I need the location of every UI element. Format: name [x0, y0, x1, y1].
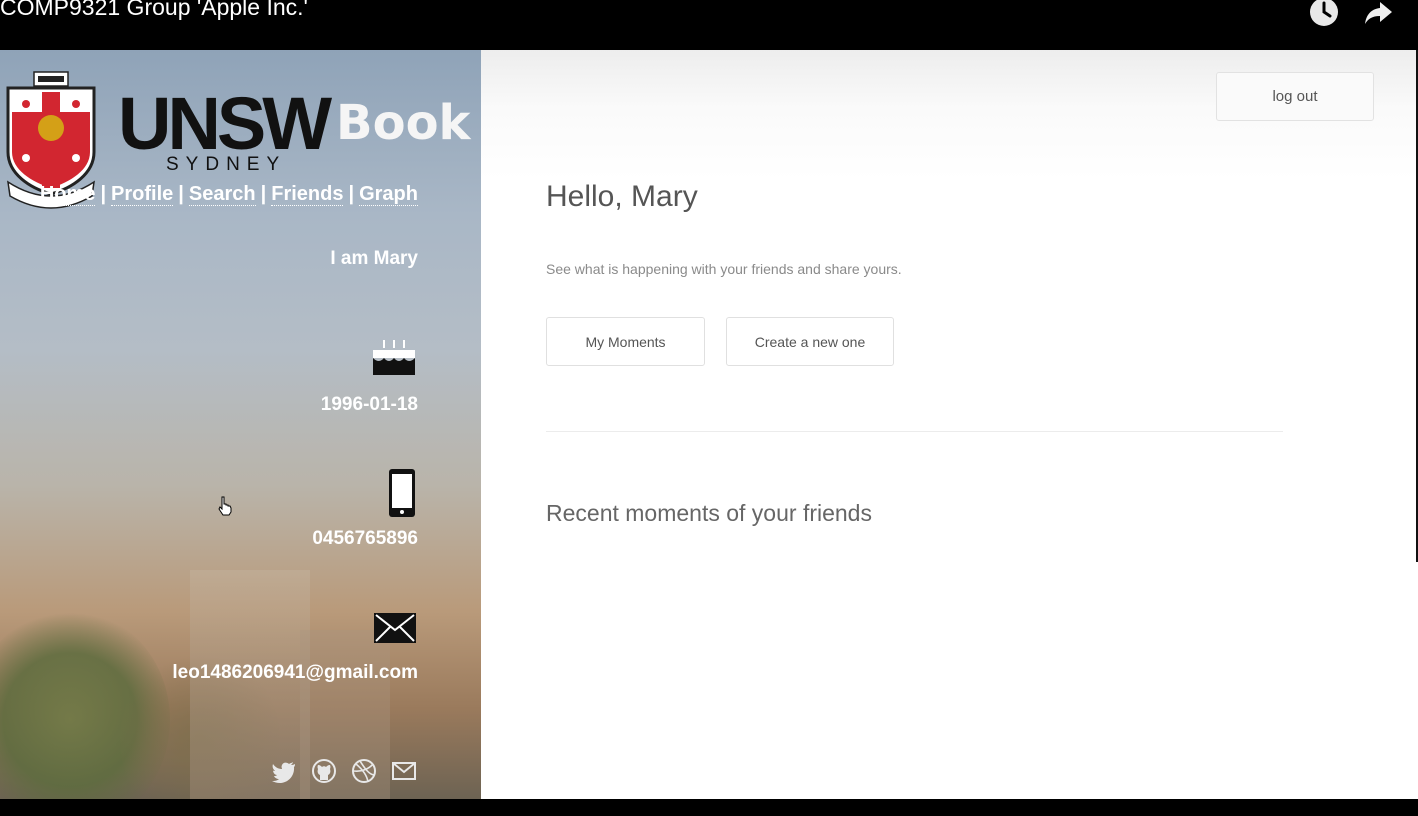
phone-icon: [389, 469, 415, 517]
logout-button[interactable]: log out: [1216, 72, 1374, 121]
page-subtitle: See what is happening with your friends …: [546, 261, 902, 277]
profile-greeting: I am Mary: [330, 248, 418, 269]
nav-profile-link[interactable]: Profile: [111, 183, 174, 206]
github-icon[interactable]: [311, 758, 337, 784]
my-moments-button[interactable]: My Moments: [546, 317, 705, 366]
brand-sydney: SYDNEY: [166, 154, 287, 175]
nav-home-link[interactable]: Home: [39, 183, 96, 206]
main-content: log out Hello, Mary See what is happenin…: [481, 50, 1418, 799]
twitter-icon[interactable]: [271, 758, 297, 784]
dribbble-icon[interactable]: [351, 758, 377, 784]
nav-separator: |: [178, 183, 184, 205]
main-nav: Home | Profile | Search | Friends | Graph: [39, 180, 418, 208]
brand-unsw: UNSW: [118, 82, 332, 165]
nav-separator: |: [348, 183, 355, 205]
profile-email: leo1486206941@gmail.com: [172, 662, 418, 683]
player-top-bar: COMP9321 Group 'Apple Inc.': [0, 0, 1418, 50]
profile-phone: 0456765896: [312, 528, 418, 549]
page-greeting: Hello, Mary: [546, 180, 698, 213]
envelope-icon: [374, 613, 416, 643]
section-divider: [546, 431, 1283, 432]
share-icon[interactable]: [1362, 0, 1394, 28]
mail-icon[interactable]: [391, 758, 417, 784]
recent-moments-heading: Recent moments of your friends: [546, 500, 872, 526]
create-moment-button[interactable]: Create a new one: [726, 317, 894, 366]
hand-cursor-icon: [218, 496, 232, 516]
nav-graph-link[interactable]: Graph: [359, 183, 418, 206]
profile-sidebar: UNSW Book SYDNEY Home | Profile | Search | Fri…: [0, 50, 481, 799]
nav-search-link[interactable]: Search: [188, 183, 256, 206]
nav-friends-link[interactable]: Friends: [271, 183, 344, 206]
clock-icon[interactable]: [1308, 0, 1340, 28]
nav-separator: |: [260, 183, 267, 205]
nav-separator: |: [100, 183, 107, 205]
birthday-cake-icon: [373, 340, 415, 375]
profile-birthday: 1996-01-18: [320, 394, 418, 415]
brand-book: Book: [336, 95, 471, 151]
video-title[interactable]: COMP9321 Group 'Apple Inc.': [0, 0, 308, 21]
player-bottom-bar: [0, 799, 1418, 816]
